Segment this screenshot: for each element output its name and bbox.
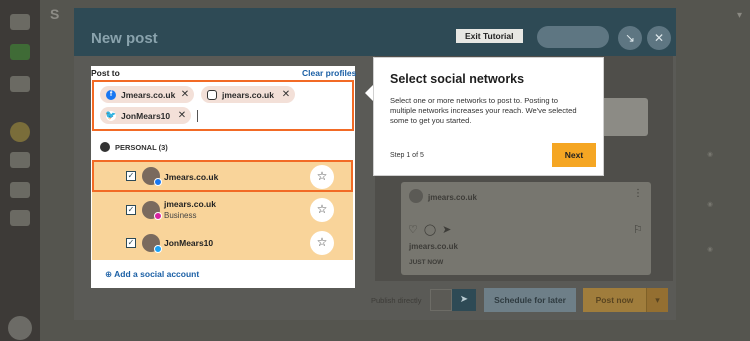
group-label: PERSONAL (3) — [115, 142, 168, 152]
chip-label: JonMears10 — [121, 110, 171, 121]
facebook-icon: f — [106, 89, 116, 100]
twitter-badge-icon — [154, 245, 162, 253]
tutorial-step: Step 1 of 5 — [390, 152, 424, 159]
exit-tutorial-button[interactable]: Exit Tutorial — [456, 29, 523, 43]
help-chevron-icon[interactable]: ▾ — [737, 10, 742, 21]
modal-title: New post — [91, 30, 158, 47]
account-name: Jmears.co.uk — [164, 172, 219, 182]
tutorial-popover: Select social networks Select one or mor… — [373, 57, 604, 176]
instagram-icon — [207, 89, 217, 100]
favorite-star-icon[interactable]: ☆ — [310, 231, 334, 255]
logo-icon — [10, 14, 30, 30]
facebook-badge-icon — [154, 178, 162, 186]
background-title-initial: S — [50, 6, 60, 22]
modal-header: New post ↘ ✕ — [74, 8, 676, 56]
post-now-button[interactable]: Post now — [583, 288, 646, 312]
account-name: jmears.co.uk — [164, 199, 216, 209]
add-social-account-label: Add a social account — [114, 269, 200, 279]
clear-profiles-link[interactable]: Clear profiles — [302, 68, 356, 78]
right-strip-item: ◉ — [707, 201, 713, 208]
streams-icon[interactable] — [10, 122, 30, 142]
account-row[interactable]: ✓ jmears.co.uk Business ☆ — [92, 193, 353, 226]
preview-timestamp: JUST NOW — [409, 259, 444, 266]
schedule-for-later-button[interactable]: Schedule for later — [484, 288, 576, 312]
account-row[interactable]: ✓ JonMears10 ☆ — [92, 227, 353, 260]
account-checkbox[interactable]: ✓ — [126, 205, 136, 215]
favorite-star-icon[interactable]: ☆ — [310, 165, 334, 189]
profile-chip-facebook[interactable]: f Jmears.co.uk ✕ — [100, 86, 194, 103]
close-icon[interactable]: ✕ — [647, 26, 671, 50]
favorite-star-icon[interactable]: ☆ — [310, 198, 334, 222]
compose-icon[interactable] — [10, 76, 30, 92]
instagram-badge-icon — [154, 212, 162, 220]
account-checkbox[interactable]: ✓ — [126, 171, 136, 181]
profile-chip-instagram[interactable]: jmears.co.uk ✕ — [201, 86, 295, 103]
chip-label: Jmears.co.uk — [121, 89, 176, 100]
more-options-icon: ⋮ — [633, 188, 643, 199]
remove-chip-icon[interactable]: ✕ — [281, 89, 291, 100]
tutorial-arrow — [365, 85, 373, 101]
remove-chip-icon[interactable]: ✕ — [180, 89, 190, 100]
account-row[interactable]: ✓ Jmears.co.uk ☆ — [92, 160, 353, 192]
tutorial-body: Select one or more networks to post to. … — [390, 96, 577, 125]
feedback-pill[interactable] — [537, 26, 609, 48]
app-sidebar — [0, 0, 40, 341]
planner-icon[interactable] — [10, 152, 30, 168]
profile-chip-twitter[interactable]: 🐦 JonMears10 ✕ — [100, 107, 191, 124]
add-social-account-link[interactable]: ⊕ Add a social account — [105, 269, 199, 280]
account-checkbox[interactable]: ✓ — [126, 238, 136, 248]
send-direct-button[interactable]: ➤ — [452, 289, 476, 311]
post-now-dropdown-icon[interactable]: ▾ — [646, 288, 668, 312]
user-avatar[interactable] — [8, 316, 32, 340]
account-list: ✓ Jmears.co.uk ☆ ✓ jmears.co.uk Business… — [92, 160, 353, 260]
analytics-icon[interactable] — [10, 210, 30, 226]
person-icon — [100, 142, 110, 152]
plus-circle-icon: ⊕ — [105, 269, 113, 279]
upgrade-icon[interactable] — [10, 44, 30, 60]
preview-avatar — [409, 189, 423, 203]
twitter-icon: 🐦 — [105, 110, 117, 121]
group-header-personal[interactable]: PERSONAL (3) — [100, 142, 168, 152]
minimize-icon[interactable]: ↘ — [618, 26, 642, 50]
chip-label: jmears.co.uk — [222, 89, 274, 100]
right-strip-item: ◉ — [707, 151, 713, 158]
tutorial-title: Select social networks — [390, 72, 525, 86]
preview-action-icons: ♡◯➤ — [408, 224, 458, 236]
publish-directly-label: Publish directly — [371, 296, 422, 305]
right-strip-item: ◉ — [707, 246, 713, 253]
preview-caption-name: jmears.co.uk — [409, 242, 458, 251]
account-name: JonMears10 — [164, 238, 214, 248]
mobile-publish-button[interactable] — [430, 289, 452, 311]
remove-chip-icon[interactable]: ✕ — [177, 110, 187, 121]
bookmark-icon: ⚐ — [633, 224, 643, 236]
preview-account-name: jmears.co.uk — [428, 193, 477, 202]
account-subtitle: Business — [164, 211, 197, 220]
post-to-label: Post to — [91, 68, 120, 78]
tutorial-next-button[interactable]: Next — [552, 143, 596, 167]
text-cursor — [197, 110, 198, 122]
inbox-icon[interactable] — [10, 182, 30, 198]
